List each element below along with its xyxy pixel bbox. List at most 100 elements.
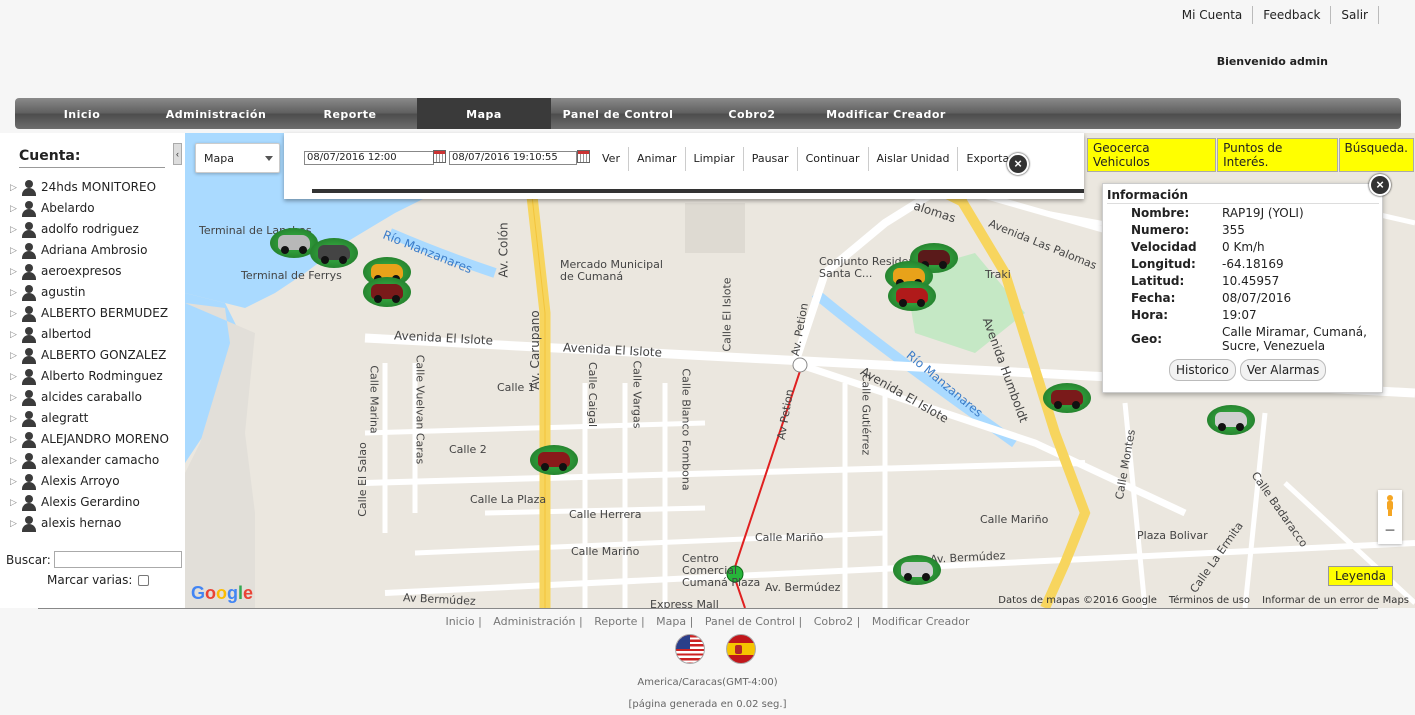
account-item[interactable]: ▷ ALBERTO GONZALEZ <box>10 348 182 364</box>
expand-triangle-icon[interactable]: ▷ <box>10 329 21 340</box>
account-item[interactable]: ▷ albertod <box>10 327 182 343</box>
account-item[interactable]: ▷ ALBERTO BERMUDEZ <box>10 306 182 322</box>
map-label-traki: Traki <box>985 268 1011 281</box>
expand-triangle-icon[interactable]: ▷ <box>10 392 21 403</box>
feedback-link[interactable]: Feedback <box>1253 6 1332 24</box>
account-item[interactable]: ▷ Abelardo <box>10 201 182 217</box>
expand-triangle-icon[interactable]: ▷ <box>10 182 21 193</box>
expand-triangle-icon[interactable]: ▷ <box>10 308 21 319</box>
footer-link-reporte[interactable]: Reporte | <box>594 615 644 628</box>
account-item[interactable]: ▷ agustin <box>10 285 182 301</box>
close-info-icon[interactable]: × <box>1369 174 1391 196</box>
nav-administracion[interactable]: Administración <box>149 98 283 129</box>
aislar-unidad-button[interactable]: Aislar Unidad <box>869 147 959 171</box>
user-icon <box>21 264 37 280</box>
logout-link[interactable]: Salir <box>1331 6 1379 24</box>
expand-triangle-icon[interactable]: ▷ <box>10 497 21 508</box>
vehicle-marker[interactable] <box>893 555 941 585</box>
historico-button[interactable]: Historico <box>1169 359 1236 381</box>
account-item[interactable]: ▷ alcides caraballo <box>10 390 182 406</box>
nav-panel-control[interactable]: Panel de Control <box>551 98 685 129</box>
nav-mapa[interactable]: Mapa <box>417 98 551 129</box>
collapse-sidebar-button[interactable]: ‹ <box>173 143 182 165</box>
zoom-out-button[interactable]: − <box>1378 517 1402 544</box>
info-row: Hora: 19:07 <box>1131 308 1372 325</box>
calendar-icon[interactable] <box>577 150 590 163</box>
chevron-down-icon <box>265 156 273 161</box>
expand-triangle-icon[interactable]: ▷ <box>10 245 21 256</box>
vehicle-marker[interactable] <box>310 238 358 268</box>
account-item[interactable]: ▷ Alexis Arroyo <box>10 474 182 490</box>
multi-select-checkbox[interactable] <box>138 574 150 586</box>
nav-reporte[interactable]: Reporte <box>283 98 417 129</box>
expand-triangle-icon[interactable]: ▷ <box>10 371 21 382</box>
footer-link-panel-control[interactable]: Panel de Control | <box>705 615 802 628</box>
account-item[interactable]: ▷ Adriana Ambrosio <box>10 243 182 259</box>
pausar-button[interactable]: Pausar <box>744 147 798 171</box>
search-input[interactable] <box>53 551 182 568</box>
account-item[interactable]: ▷ 24hds MONITOREO <box>10 180 182 196</box>
history-progress-bar[interactable] <box>312 189 1084 193</box>
expand-triangle-icon[interactable]: ▷ <box>10 266 21 277</box>
account-item[interactable]: ▷ ALEJANDRO MORENO <box>10 432 182 448</box>
map-type-select[interactable]: Mapa <box>195 143 280 173</box>
footer-link-mapa[interactable]: Mapa | <box>656 615 693 628</box>
footer-link-inicio[interactable]: Inicio | <box>445 615 481 628</box>
footer-link-cobro2[interactable]: Cobro2 | <box>814 615 861 628</box>
to-date-field[interactable]: 08/07/2016 19:10:55 <box>449 151 577 165</box>
account-item[interactable]: ▷ alegratt <box>10 411 182 427</box>
expand-triangle-icon[interactable]: ▷ <box>10 224 21 235</box>
vehicle-marker[interactable] <box>363 277 411 307</box>
ver-button[interactable]: Ver <box>594 147 629 171</box>
geofence-vehicles-button[interactable]: Geocerca Vehiculos <box>1087 138 1217 172</box>
continuar-button[interactable]: Continuar <box>798 147 869 171</box>
expand-triangle-icon[interactable]: ▷ <box>10 287 21 298</box>
expand-triangle-icon[interactable]: ▷ <box>10 350 21 361</box>
points-of-interest-button[interactable]: Puntos de Interés. <box>1217 138 1338 172</box>
report-error-link[interactable]: Informar de un error de Maps <box>1262 595 1409 606</box>
my-account-link[interactable]: Mi Cuenta <box>1172 6 1254 24</box>
account-item[interactable]: ▷ alexis hernao <box>10 516 182 532</box>
user-icon <box>21 348 37 364</box>
info-title: Información <box>1107 188 1189 202</box>
vehicle-marker[interactable] <box>888 281 936 311</box>
nav-cobro2[interactable]: Cobro2 <box>685 98 819 129</box>
info-divider <box>1107 203 1379 204</box>
expand-triangle-icon[interactable]: ▷ <box>10 434 21 445</box>
account-item[interactable]: ▷ Alexis Gerardino <box>10 495 182 511</box>
spanish-flag-icon[interactable] <box>726 634 756 664</box>
account-item[interactable]: ▷ adolfo rodriguez <box>10 222 182 238</box>
calendar-icon[interactable] <box>433 150 446 163</box>
info-row: Fecha: 08/07/2016 <box>1131 291 1372 308</box>
from-date-field[interactable]: 08/07/2016 12:00 <box>304 151 434 165</box>
search-button[interactable]: Búsqueda. <box>1338 138 1414 172</box>
vehicle-marker[interactable] <box>530 445 578 475</box>
account-label: ALBERTO GONZALEZ <box>41 348 167 362</box>
terms-link[interactable]: Términos de uso <box>1169 595 1250 606</box>
user-icon <box>21 369 37 385</box>
account-item[interactable]: ▷ aeroexpresos <box>10 264 182 280</box>
account-item[interactable]: ▷ Alberto Rodminguez <box>10 369 182 385</box>
limpiar-button[interactable]: Limpiar <box>686 147 744 171</box>
animar-button[interactable]: Animar <box>629 147 686 171</box>
vehicle-marker[interactable] <box>1207 405 1255 435</box>
legend-button[interactable]: Leyenda <box>1328 566 1393 586</box>
account-item[interactable]: ▷ alexander camacho <box>10 453 182 469</box>
account-label: aeroexpresos <box>41 264 122 278</box>
expand-triangle-icon[interactable]: ▷ <box>10 413 21 424</box>
nav-modificar-creador[interactable]: Modificar Creador <box>819 98 953 129</box>
footer-link-modificar-creador[interactable]: Modificar Creador <box>872 615 970 628</box>
nav-inicio[interactable]: Inicio <box>15 98 149 129</box>
close-history-icon[interactable]: × <box>1007 153 1029 175</box>
account-label: Abelardo <box>41 201 95 215</box>
ver-alarmas-button[interactable]: Ver Alarmas <box>1239 359 1327 381</box>
vehicle-marker[interactable] <box>1043 383 1091 413</box>
pegman-icon[interactable] <box>1382 491 1398 519</box>
footer-link-administracion[interactable]: Administración | <box>493 615 582 628</box>
expand-triangle-icon[interactable]: ▷ <box>10 476 21 487</box>
expand-triangle-icon[interactable]: ▷ <box>10 518 21 529</box>
user-icon <box>21 243 37 259</box>
expand-triangle-icon[interactable]: ▷ <box>10 203 21 214</box>
english-flag-icon[interactable] <box>675 634 705 664</box>
expand-triangle-icon[interactable]: ▷ <box>10 455 21 466</box>
